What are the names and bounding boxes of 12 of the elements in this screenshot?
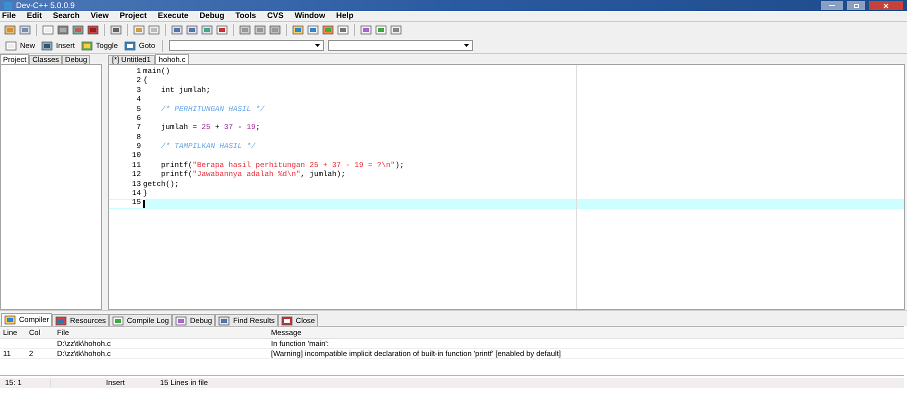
menu-item[interactable]: Edit <box>26 12 42 20</box>
menu-item[interactable]: Help <box>336 12 354 20</box>
menu-item[interactable]: Window <box>294 12 326 20</box>
menu-item[interactable]: Project <box>120 12 147 20</box>
menu-item[interactable]: Search <box>52 12 80 20</box>
menu-item[interactable]: Execute <box>158 12 188 20</box>
menu-item[interactable]: Tools <box>235 12 256 20</box>
window-title: Dev-C++ 5.0.0.9 <box>16 2 75 10</box>
menu-item[interactable]: Debug <box>199 12 224 20</box>
menu-item[interactable]: View <box>90 12 109 20</box>
menu-item[interactable]: CVS <box>267 12 284 20</box>
menu-item[interactable]: File <box>2 12 16 20</box>
